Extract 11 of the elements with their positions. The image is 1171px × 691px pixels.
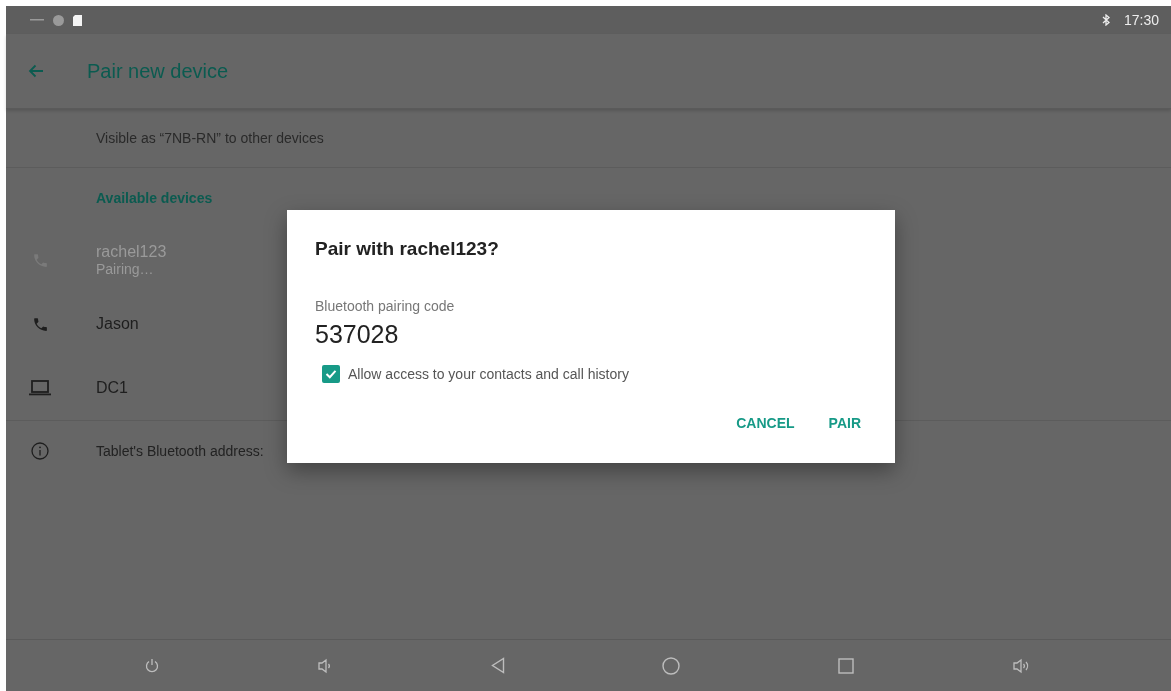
dialog-title: Pair with rachel123? [315,238,500,260]
clock-time: 17:30 [1123,12,1159,28]
bluetooth-address-text: Tablet's Bluetooth address: [96,443,264,459]
page-title: Pair new device [87,59,229,83]
pairing-code: 537028 [315,320,400,349]
device-name: DC1 [96,379,128,397]
section-header: Available devices [96,190,213,206]
checkbox-label: Allow access to your contacts and call history [348,366,629,382]
visibility-text: Visible as “7NB-RN” to other devices [96,130,324,146]
pairing-code-label: Bluetooth pairing code [315,298,456,314]
device-name: Jason [96,315,139,333]
